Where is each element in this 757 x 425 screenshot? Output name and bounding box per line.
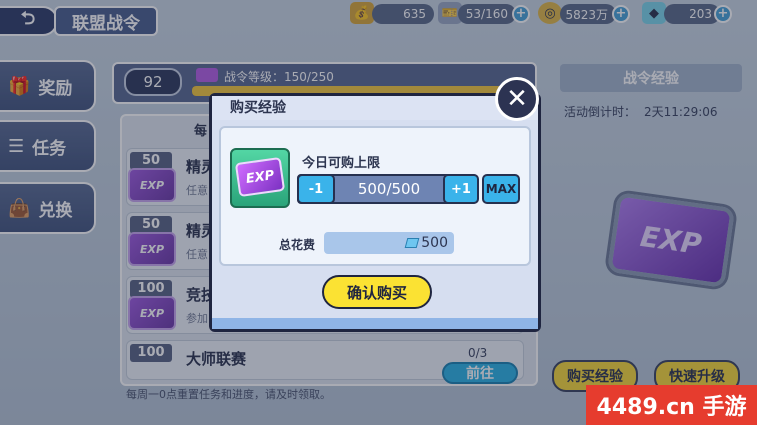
cost-value: 500 (421, 235, 448, 251)
cost-display: 500 (324, 232, 454, 254)
cost-label: 总花费 (279, 238, 316, 252)
close-icon: ✕ (506, 84, 528, 114)
dialog-footer-strip (212, 318, 538, 329)
confirm-purchase-button[interactable]: 确认购买 (322, 275, 432, 309)
dialog-title: 购买经验 (230, 100, 286, 116)
max-button[interactable]: MAX (482, 174, 520, 204)
limit-label: 今日可购上限 (302, 156, 381, 171)
minus-button[interactable]: -1 (297, 174, 335, 204)
diamond-icon (404, 238, 420, 248)
close-button[interactable]: ✕ (495, 77, 539, 121)
quantity-value: 500/500 (357, 180, 421, 198)
exp-item-icon: EXP (234, 156, 286, 198)
plus-button[interactable]: +1 (443, 174, 479, 204)
watermark: 4489.cn 手游 (586, 385, 757, 425)
